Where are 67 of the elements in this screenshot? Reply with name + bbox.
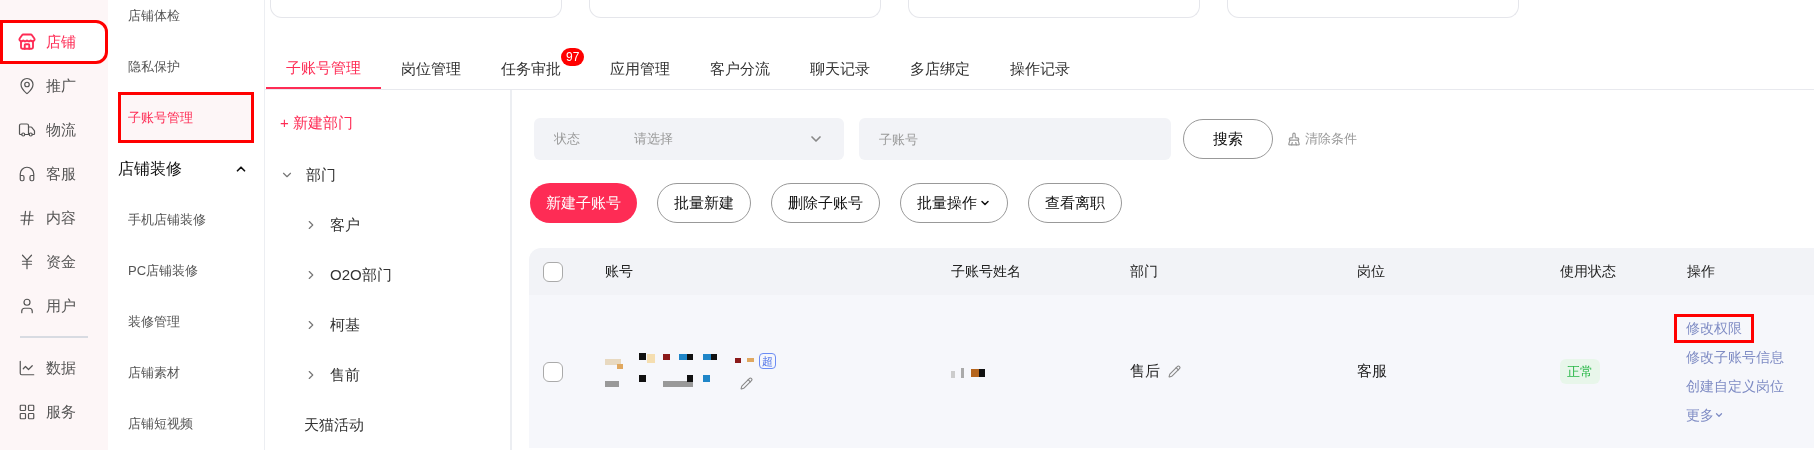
column-header: 操作: [1687, 263, 1715, 279]
tree-node[interactable]: O2O部门: [280, 250, 510, 300]
submenu-item[interactable]: PC店铺装修: [118, 245, 254, 296]
submenu-item[interactable]: 手机店铺装修: [118, 194, 254, 245]
field-label: 状态: [554, 130, 581, 149]
status-tag: 正常: [1560, 358, 1600, 385]
nav-item[interactable]: 店铺: [0, 20, 108, 64]
tab[interactable]: 聊天记录: [790, 50, 891, 89]
submenu-item[interactable]: 装修管理: [118, 296, 254, 347]
pencil-icon[interactable]: [740, 377, 753, 390]
search-button[interactable]: 搜索: [1183, 119, 1273, 159]
tree-node[interactable]: 售前: [280, 350, 510, 400]
tab[interactable]: 多店绑定: [890, 50, 991, 89]
nav-item[interactable]: 内容: [0, 196, 108, 240]
column-header: 部门: [1130, 263, 1158, 279]
select-placeholder: 请选择: [634, 130, 674, 149]
account-field[interactable]: 子账号: [859, 118, 1171, 160]
action-button[interactable]: 批量新建: [657, 183, 751, 223]
truck-icon: [18, 121, 36, 139]
action-button[interactable]: 删除子账号: [771, 183, 880, 223]
tab[interactable]: 应用管理: [590, 50, 691, 89]
tree-node[interactable]: 柯基: [280, 300, 510, 350]
nav-item[interactable]: 用户: [0, 284, 108, 328]
tab[interactable]: 子账号管理: [266, 50, 381, 89]
nav-item[interactable]: 服务: [0, 390, 108, 434]
column-header: 使用状态: [1560, 263, 1616, 279]
position-text: 客服: [1357, 362, 1387, 380]
submenu-item[interactable]: 店铺素材: [118, 347, 254, 398]
chevron-down-icon: [1714, 410, 1724, 420]
chart-icon: [18, 359, 36, 377]
nav-item[interactable]: 客服: [0, 152, 108, 196]
shop-icon: [18, 33, 36, 51]
count-badge: 97: [561, 48, 585, 66]
user-icon: [18, 297, 36, 315]
tree-node[interactable]: 天猫活动: [280, 400, 510, 450]
submenu-item[interactable]: 店铺体检: [118, 0, 254, 41]
action-button[interactable]: 查看离职: [1028, 183, 1122, 223]
nav-item[interactable]: 资金: [0, 240, 108, 284]
brush-icon: [1287, 132, 1301, 146]
submenu-group[interactable]: 店铺装修: [118, 143, 254, 194]
headset-icon: [18, 165, 36, 183]
checkbox[interactable]: [543, 261, 563, 282]
add-department-link[interactable]: + 新建部门: [280, 108, 510, 138]
tab[interactable]: 客户分流: [690, 50, 791, 89]
hash-icon: [18, 209, 36, 227]
action-button[interactable]: 批量操作: [900, 183, 1008, 223]
action-button[interactable]: 新建子账号: [530, 183, 637, 223]
department-text: 售后: [1130, 361, 1160, 382]
submenu-item[interactable]: 子账号管理: [118, 92, 254, 143]
column-header: 子账号姓名: [951, 263, 1021, 279]
pencil-icon[interactable]: [1168, 365, 1181, 378]
pin-icon: [18, 77, 36, 95]
checkbox[interactable]: [543, 361, 563, 382]
submenu-item[interactable]: 隐私保护: [118, 41, 254, 92]
tree-node[interactable]: 客户: [280, 200, 510, 250]
nav-item[interactable]: 推广: [0, 64, 108, 108]
tab[interactable]: 岗位管理: [381, 50, 481, 89]
submenu-item[interactable]: 店铺短视频: [118, 398, 254, 449]
nav-item[interactable]: 物流: [0, 108, 108, 152]
column-header: 账号: [605, 263, 633, 279]
nav-item[interactable]: 数据: [0, 346, 108, 390]
tree-node[interactable]: 部门: [280, 150, 510, 200]
super-badge: 超: [759, 353, 776, 369]
tab[interactable]: 操作记录: [990, 50, 1091, 89]
tab[interactable]: 任务审批: [481, 50, 561, 89]
grid-icon: [18, 403, 36, 421]
column-header: 岗位: [1357, 263, 1385, 279]
